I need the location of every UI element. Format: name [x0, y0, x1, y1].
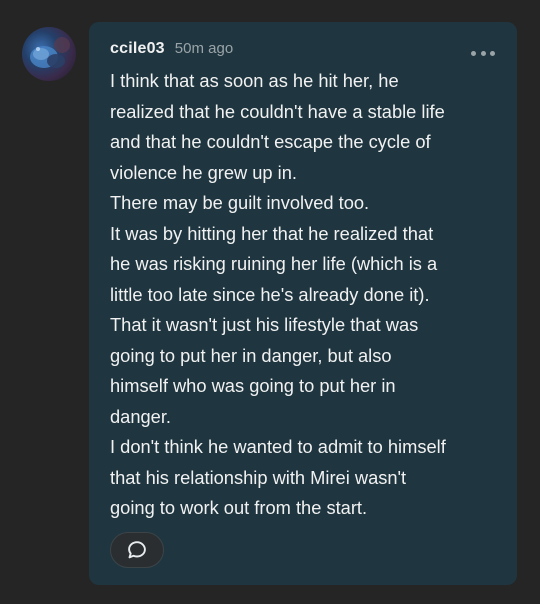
ellipsis-icon — [471, 50, 476, 56]
timestamp: 50m ago — [174, 40, 234, 57]
username[interactable]: ccile03 — [110, 40, 165, 58]
avatar[interactable] — [22, 27, 76, 81]
comment-line: himself who was going to put her in — [110, 375, 396, 396]
comment-line: and that he couldn't escape the cycle of — [110, 131, 431, 152]
comment-line: violence he grew up in. — [110, 161, 297, 183]
ellipsis-icon — [490, 50, 495, 56]
comment-line: little too late since he's already done … — [110, 283, 430, 305]
comment-line: realized that he couldn't have a stable … — [110, 100, 445, 122]
comment-line: I think that as soon as he hit her, he — [110, 70, 399, 91]
reply-button[interactable] — [110, 532, 164, 568]
comment-line: I don't think he wanted to admit to hims… — [110, 436, 446, 457]
comment-card: ccile03 50m ago I think that as soon as … — [89, 22, 517, 585]
comment-line: that his relationship with Mirei wasn't — [110, 466, 407, 488]
comment-line: danger. — [110, 405, 171, 427]
ellipsis-icon — [480, 50, 486, 56]
more-options-button[interactable] — [471, 46, 495, 60]
comment-body: I think that as soon as he hit her, he r… — [110, 66, 502, 524]
speech-bubble-icon — [128, 541, 146, 559]
comment-line: going to work out from the start. — [110, 497, 368, 518]
comment-line: There may be guilt involved too. — [110, 192, 370, 213]
comment-header: ccile03 50m ago — [110, 40, 233, 62]
comment-line: he was risking ruining her life (which i… — [110, 253, 438, 274]
comment-line: going to put her in danger, but also — [110, 344, 392, 366]
comment-line: It was by hitting her that he realized t… — [110, 222, 434, 244]
comment-line: That it wasn't just his lifestyle that w… — [110, 314, 419, 335]
